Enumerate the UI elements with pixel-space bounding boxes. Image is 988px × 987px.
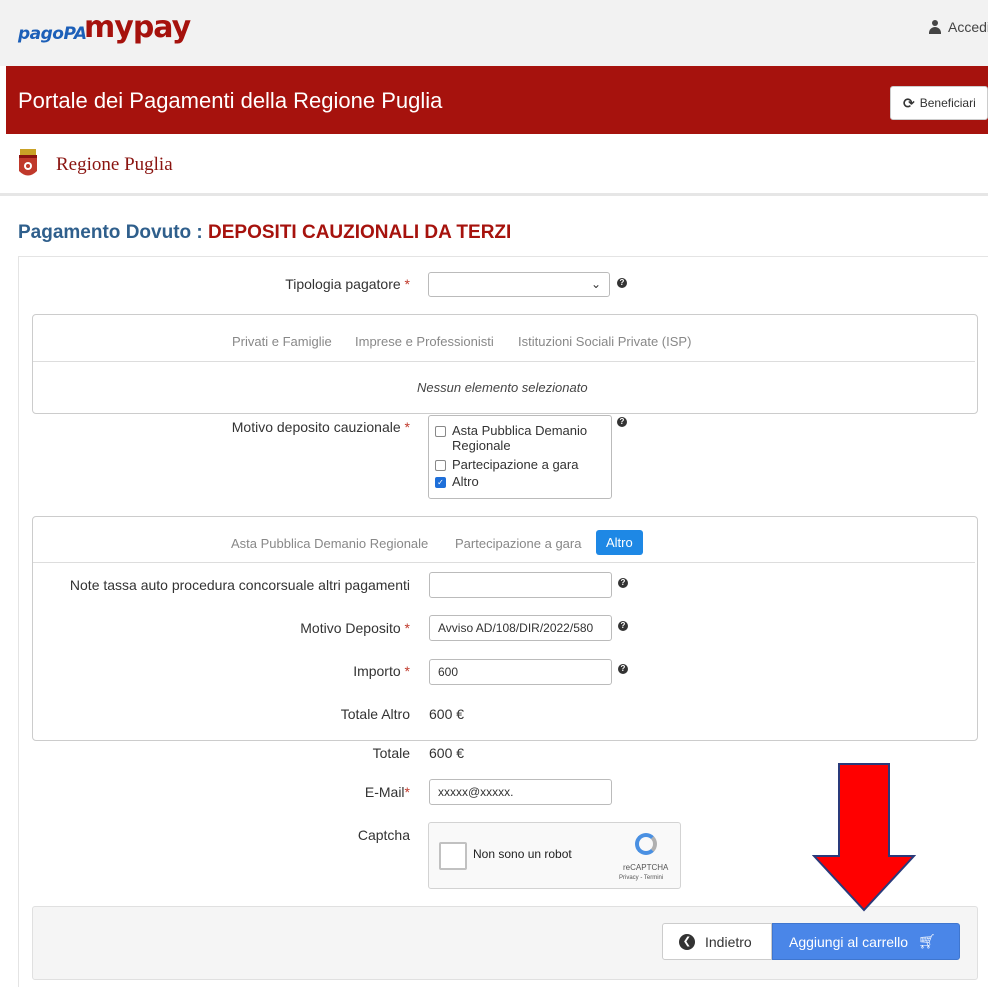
page-title: Pagamento Dovuto : DEPOSITI CAUZIONALI D… [18, 222, 511, 244]
tab-asta[interactable]: Asta Pubblica Demanio Regionale [231, 536, 428, 551]
checkbox[interactable] [435, 426, 446, 437]
tab-isp[interactable]: Istituzioni Sociali Private (ISP) [518, 334, 691, 349]
cart-icon: 🛒︎ [918, 933, 936, 949]
option-gara[interactable]: Partecipazione a gara [435, 457, 578, 472]
help-icon[interactable]: ? [618, 621, 628, 631]
annotation-arrow-icon [812, 763, 916, 912]
page-title-prefix: Pagamento Dovuto : [18, 222, 209, 243]
motivo-deposito-input[interactable]: Avviso AD/108/DIR/2022/580 [429, 615, 612, 641]
email-input[interactable]: xxxxx@xxxxx. [429, 779, 612, 805]
tab-gara[interactable]: Partecipazione a gara [455, 536, 581, 551]
user-icon [928, 20, 942, 34]
motivo-label: Motivo deposito cauzionale * [231, 419, 410, 435]
totale-altro-value: 600 € [429, 706, 465, 722]
help-icon[interactable]: ? [617, 417, 627, 427]
totale-value: 600 € [429, 745, 465, 761]
entity-name: Regione Puglia [56, 154, 173, 175]
option-asta[interactable]: Asta Pubblica Demanio Regionale [435, 423, 605, 453]
importo-input[interactable]: 600 [429, 659, 612, 685]
login-label: Accedi [948, 19, 988, 35]
totale-label: Totale [372, 745, 410, 761]
pagopa-logo[interactable]: pagoPA [18, 24, 87, 44]
help-icon[interactable]: ? [618, 664, 628, 674]
crest-icon [19, 149, 37, 176]
checkbox-checked[interactable]: ✓ [435, 477, 446, 488]
login-link[interactable]: Accedi [928, 19, 988, 35]
add-to-cart-button[interactable]: Aggiungi al carrello 🛒︎ [772, 923, 960, 960]
entity-header: Regione Puglia [0, 135, 988, 196]
recaptcha-widget: Non sono un robot reCAPTCHA Privacy - Te… [428, 822, 681, 889]
refresh-icon: ⟳ [903, 94, 915, 111]
recaptcha-icon [635, 833, 657, 855]
tipologia-tabs-box [32, 314, 978, 414]
email-label: E-Mail* [364, 784, 410, 800]
beneficiari-label: Beneficiari [919, 96, 976, 110]
captcha-label: Captcha [357, 827, 410, 843]
help-icon[interactable]: ? [617, 278, 627, 288]
cart-label: Aggiungi al carrello [789, 933, 909, 950]
empty-selection-text: Nessun elemento selezionato [417, 380, 588, 395]
tipologia-label: Tipologia pagatore * [285, 276, 410, 292]
portal-title: Portale dei Pagamenti della Regione Pugl… [18, 88, 443, 113]
note-label: Note tassa auto procedura concorsuale al… [69, 577, 410, 593]
chevron-left-icon: ❮ [679, 933, 695, 950]
help-icon[interactable]: ? [618, 578, 628, 588]
portal-banner: Portale dei Pagamenti della Regione Pugl… [6, 66, 988, 134]
recaptcha-brand: reCAPTCHA [623, 863, 669, 872]
importo-label: Importo * [353, 663, 410, 679]
page-title-subject: DEPOSITI CAUZIONALI DA TERZI [208, 222, 512, 243]
note-input[interactable] [429, 572, 612, 598]
top-bar: pagoPA mypay Accedi [0, 0, 988, 66]
tipologia-select[interactable]: ⌄ [428, 272, 610, 297]
option-altro[interactable]: ✓ Altro [435, 474, 479, 489]
divider [33, 562, 975, 563]
recaptcha-links[interactable]: Privacy - Termini [619, 875, 663, 881]
motivo-deposito-label: Motivo Deposito * [300, 620, 410, 636]
tab-altro[interactable]: Altro [596, 530, 643, 555]
divider [33, 361, 975, 362]
tab-imprese[interactable]: Imprese e Professionisti [355, 334, 494, 349]
captcha-text: Non sono un robot [473, 847, 572, 861]
captcha-checkbox[interactable] [439, 842, 467, 870]
totale-altro-label: Totale Altro [340, 706, 410, 722]
back-button[interactable]: ❮ Indietro [662, 923, 772, 960]
motivo-checklist: Asta Pubblica Demanio Regionale Partecip… [428, 415, 612, 499]
beneficiari-button[interactable]: ⟳ Beneficiari [890, 86, 988, 120]
mypay-logo[interactable]: mypay [84, 10, 191, 45]
back-label: Indietro [705, 933, 752, 950]
chevron-down-icon: ⌄ [590, 277, 601, 291]
checkbox[interactable] [435, 460, 446, 471]
tab-privati[interactable]: Privati e Famiglie [232, 334, 332, 349]
